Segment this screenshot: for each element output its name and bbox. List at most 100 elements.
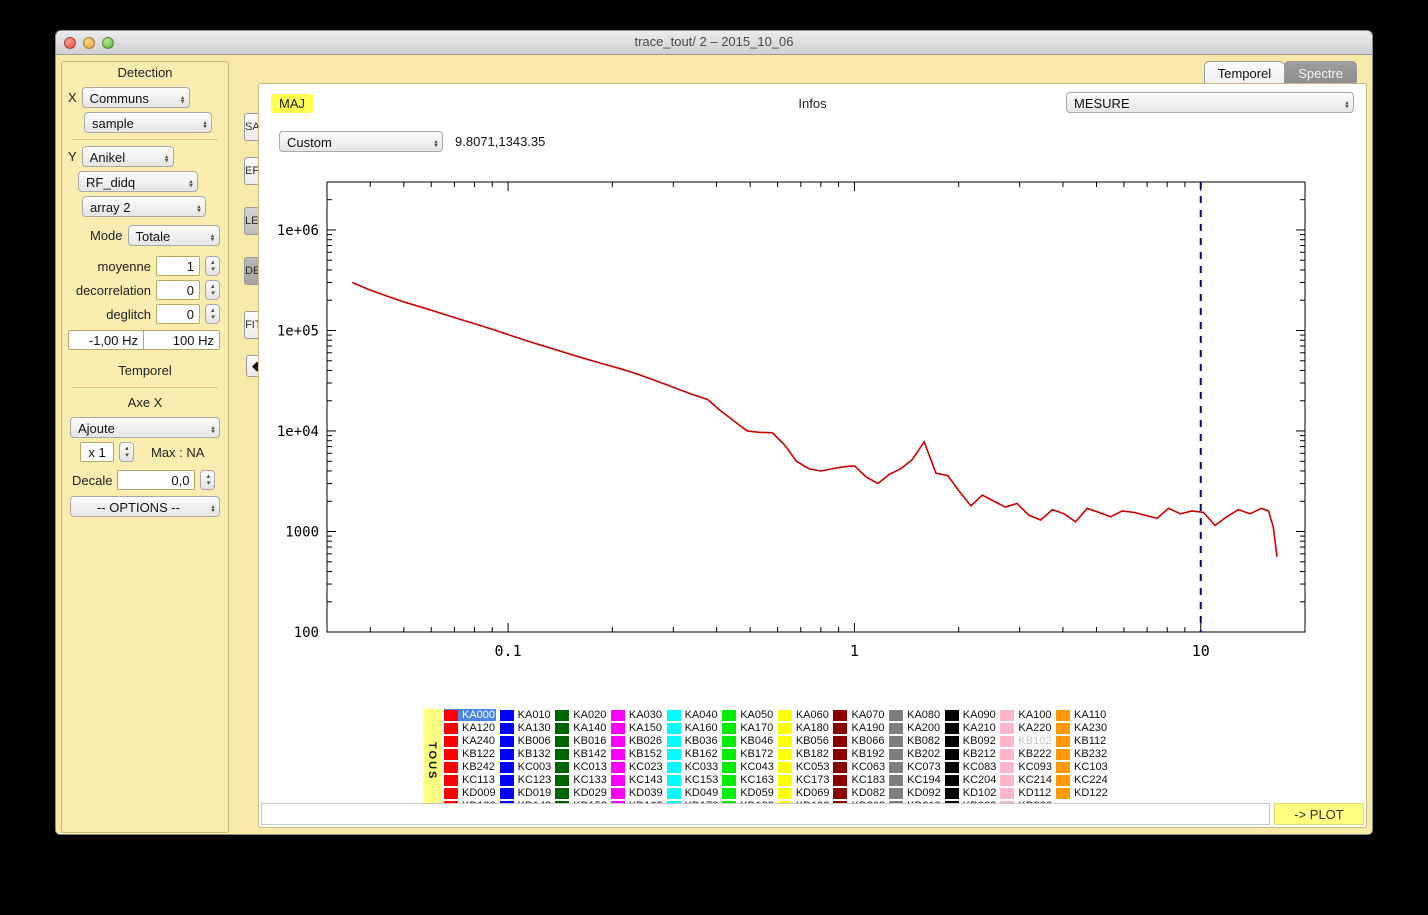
legend-color-swatch[interactable] (945, 762, 959, 773)
legend-item[interactable]: KB092 (945, 735, 997, 747)
x-select[interactable]: Communs (82, 87, 190, 108)
legend-color-swatch[interactable] (722, 749, 736, 760)
decale-input[interactable] (117, 470, 195, 490)
legend-item[interactable]: KD122 (1056, 787, 1108, 799)
legend-color-swatch[interactable] (945, 736, 959, 747)
x-sub-select[interactable]: sample (84, 112, 212, 133)
tous-toggle[interactable]: TOUS (423, 709, 441, 813)
legend-color-swatch[interactable] (500, 710, 514, 721)
legend-color-swatch[interactable] (555, 762, 569, 773)
legend-color-swatch[interactable] (778, 749, 792, 760)
legend-color-swatch[interactable] (500, 749, 514, 760)
legend-item[interactable]: KA210 (945, 722, 997, 734)
moyenne-input[interactable] (156, 256, 200, 276)
decorrelation-input[interactable] (156, 280, 200, 300)
legend-item[interactable]: KA150 (611, 722, 663, 734)
legend-color-swatch[interactable] (1056, 762, 1070, 773)
moyenne-stepper[interactable]: ▴▾ (205, 256, 220, 276)
legend-item[interactable]: KC063 (833, 761, 885, 773)
legend-item[interactable]: KB046 (722, 735, 774, 747)
legend-color-swatch[interactable] (722, 775, 736, 786)
legend-item[interactable]: KC133 (555, 774, 607, 786)
y-sub-select[interactable]: RF_didq (78, 171, 198, 192)
legend-color-swatch[interactable] (1000, 762, 1014, 773)
freq-max-input[interactable] (144, 330, 220, 350)
legend-color-swatch[interactable] (667, 710, 681, 721)
legend-item[interactable]: KC083 (945, 761, 997, 773)
legend-color-swatch[interactable] (889, 775, 903, 786)
legend-color-swatch[interactable] (833, 762, 847, 773)
legend-color-swatch[interactable] (1000, 736, 1014, 747)
y-array-select[interactable]: array 2 (82, 196, 206, 217)
legend-color-swatch[interactable] (889, 736, 903, 747)
legend-item[interactable]: KA140 (555, 722, 607, 734)
legend-color-swatch[interactable] (1000, 749, 1014, 760)
legend-item[interactable]: KC013 (555, 761, 607, 773)
legend-color-swatch[interactable] (1000, 723, 1014, 734)
legend-color-swatch[interactable] (500, 723, 514, 734)
legend-item[interactable]: KB192 (833, 748, 885, 760)
legend-color-swatch[interactable] (611, 723, 625, 734)
legend-item[interactable]: KB162 (667, 748, 719, 760)
legend-item[interactable]: KB152 (611, 748, 663, 760)
legend-item[interactable]: KA110 (1056, 709, 1108, 721)
legend-item[interactable]: KA220 (1000, 722, 1052, 734)
options-select-wrap[interactable]: -- OPTIONS -- (70, 496, 220, 517)
deglitch-stepper[interactable]: ▴▾ (205, 304, 220, 324)
mode-select-wrap[interactable]: Totale (128, 225, 220, 246)
status-field[interactable] (261, 803, 1270, 825)
legend-item[interactable]: KC153 (667, 774, 719, 786)
legend-item[interactable]: KA090 (945, 709, 997, 721)
legend-item[interactable]: KA130 (500, 722, 552, 734)
legend-color-swatch[interactable] (889, 749, 903, 760)
legend-item[interactable]: KD049 (667, 787, 719, 799)
legend-item[interactable]: KB142 (555, 748, 607, 760)
legend-item[interactable]: KC023 (611, 761, 663, 773)
legend-color-swatch[interactable] (555, 788, 569, 799)
legend-item[interactable]: KA240 (444, 735, 496, 747)
legend-item[interactable]: KB122 (444, 748, 496, 760)
legend-color-swatch[interactable] (555, 723, 569, 734)
legend-color-swatch[interactable] (889, 723, 903, 734)
legend-item[interactable]: KA060 (778, 709, 830, 721)
legend-item[interactable]: KA120 (444, 722, 496, 734)
legend-item[interactable]: KB182 (778, 748, 830, 760)
legend-item[interactable]: KD069 (778, 787, 830, 799)
legend-color-swatch[interactable] (778, 736, 792, 747)
legend-item[interactable]: KB232 (1056, 748, 1108, 760)
axe-x-select-wrap[interactable]: Ajoute (70, 417, 220, 438)
legend-color-swatch[interactable] (778, 788, 792, 799)
legend-color-swatch[interactable] (444, 723, 458, 734)
legend-item[interactable]: KC113 (444, 774, 496, 786)
legend-color-swatch[interactable] (611, 736, 625, 747)
legend-color-swatch[interactable] (611, 762, 625, 773)
legend-item[interactable]: KC123 (500, 774, 552, 786)
legend-item[interactable]: KD082 (833, 787, 885, 799)
axe-x-select[interactable]: Ajoute (70, 417, 220, 438)
mesure-select[interactable]: MESURE (1066, 92, 1354, 113)
legend-color-swatch[interactable] (833, 736, 847, 747)
legend-color-swatch[interactable] (833, 749, 847, 760)
legend-color-swatch[interactable] (722, 723, 736, 734)
legend-item[interactable]: KB212 (945, 748, 997, 760)
legend-item[interactable]: KA190 (833, 722, 885, 734)
legend-color-swatch[interactable] (444, 749, 458, 760)
legend-color-swatch[interactable] (1056, 723, 1070, 734)
legend-color-swatch[interactable] (945, 710, 959, 721)
legend-item[interactable]: KA050 (722, 709, 774, 721)
legend-item[interactable]: KC043 (722, 761, 774, 773)
legend-color-swatch[interactable] (833, 710, 847, 721)
spectrum-plot[interactable]: 10010001e+041e+051e+060.1110 (275, 172, 1325, 692)
legend-color-swatch[interactable] (945, 775, 959, 786)
custom-select[interactable]: Custom (279, 131, 443, 152)
legend-color-swatch[interactable] (444, 762, 458, 773)
legend-item[interactable]: KA200 (889, 722, 941, 734)
legend-item[interactable]: KD009 (444, 787, 496, 799)
legend-item[interactable]: KA020 (555, 709, 607, 721)
legend-item[interactable]: KB112 (1056, 735, 1108, 747)
legend-item[interactable]: KD112 (1000, 787, 1052, 799)
legend-color-swatch[interactable] (500, 788, 514, 799)
legend-color-swatch[interactable] (722, 736, 736, 747)
x-sub-select-wrap[interactable]: sample (84, 112, 212, 133)
legend-color-swatch[interactable] (778, 723, 792, 734)
